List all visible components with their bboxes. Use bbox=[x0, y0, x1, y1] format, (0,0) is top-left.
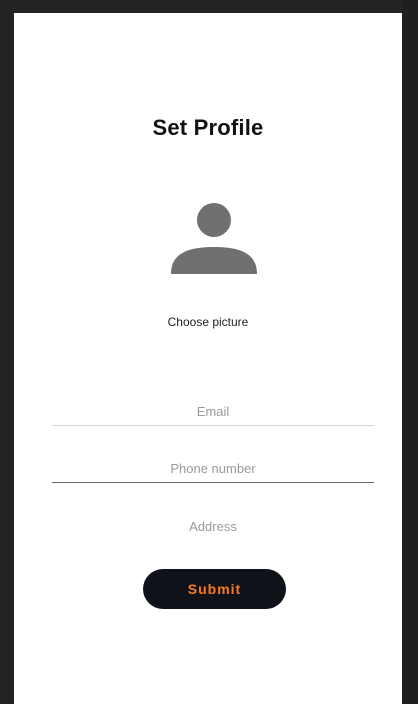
page-title: Set Profile bbox=[152, 115, 264, 140]
phone-number-field[interactable] bbox=[52, 454, 374, 483]
address-field[interactable] bbox=[52, 512, 374, 540]
set-profile-screen: Set Profile Choose picture Submit bbox=[14, 13, 402, 704]
device-edge bbox=[402, 0, 418, 704]
submit-button[interactable]: Submit bbox=[143, 569, 286, 609]
user-avatar-icon[interactable] bbox=[169, 195, 259, 285]
email-field[interactable] bbox=[52, 397, 374, 426]
choose-picture-link[interactable]: Choose picture bbox=[14, 315, 402, 329]
